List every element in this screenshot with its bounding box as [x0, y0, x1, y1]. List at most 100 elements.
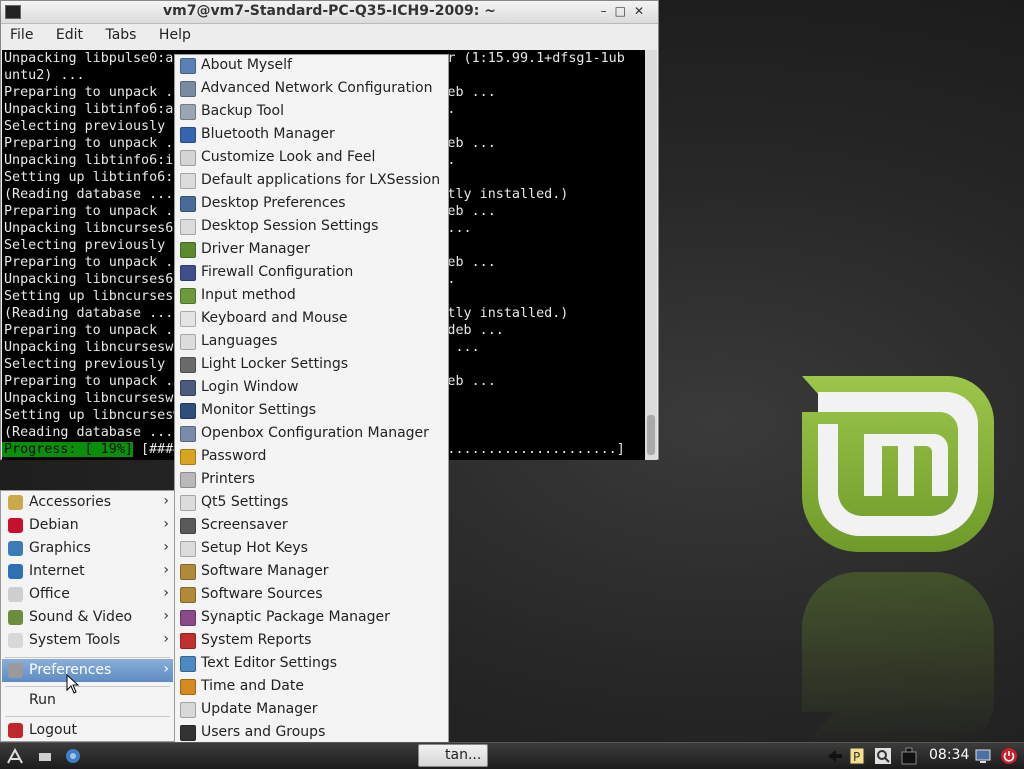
- pref-item-update-manager[interactable]: Update Manager: [176, 699, 447, 722]
- qt5-icon: [180, 495, 196, 511]
- main-menu-item-graphics-label: Graphics: [29, 540, 91, 556]
- menu-edit[interactable]: Edit: [47, 24, 92, 46]
- pref-item-openbox-configuration-manager[interactable]: Openbox Configuration Manager: [176, 423, 447, 446]
- taskbar-window-button[interactable]: tan...: [418, 744, 488, 767]
- pref-item-screensaver[interactable]: Screensaver: [176, 515, 447, 538]
- accessories-icon: [8, 495, 23, 510]
- pref-item-light-locker-settings[interactable]: Light Locker Settings: [176, 354, 447, 377]
- desktop-prefs-icon: [180, 196, 196, 212]
- pref-item-driver-manager[interactable]: Driver Manager: [176, 239, 447, 262]
- power-icon[interactable]: [1000, 747, 1018, 765]
- main-menu-item-office[interactable]: Office ›: [2, 583, 173, 606]
- system-tools-icon: [8, 633, 23, 648]
- pref-item-monitor-settings[interactable]: Monitor Settings: [176, 400, 447, 423]
- main-menu-item-internet-label: Internet: [29, 563, 85, 579]
- main-menu-item-run[interactable]: Run: [2, 689, 173, 712]
- logout-icon: [8, 723, 23, 738]
- browser-icon[interactable]: [64, 747, 82, 765]
- pref-item-customize-look-and-feel[interactable]: Customize Look and Feel: [176, 147, 447, 170]
- pref-item-setup-hot-keys[interactable]: Setup Hot Keys: [176, 538, 447, 561]
- pref-item-keyboard-and-mouse[interactable]: Keyboard and Mouse: [176, 308, 447, 331]
- bluetooth-icon: [180, 127, 196, 143]
- taskbar-window-label: tan...: [445, 747, 482, 763]
- maximize-icon[interactable]: □: [615, 4, 634, 18]
- scrollbar-thumb[interactable]: [647, 415, 655, 455]
- pref-item-desktop-session-settings[interactable]: Desktop Session Settings: [176, 216, 447, 239]
- pref-item-label: Qt5 Settings: [201, 494, 289, 510]
- graphics-icon: [8, 541, 23, 556]
- main-menu-item-debian[interactable]: Debian ›: [2, 514, 173, 537]
- menu-help[interactable]: Help: [150, 24, 200, 46]
- parcellite-icon[interactable]: P: [848, 747, 866, 765]
- magnifier-icon[interactable]: [874, 747, 892, 765]
- pref-item-printers[interactable]: Printers: [176, 469, 447, 492]
- pref-item-login-window[interactable]: Login Window: [176, 377, 447, 400]
- terminal-scrollbar[interactable]: [645, 50, 657, 460]
- sound-video-icon: [8, 610, 23, 625]
- default-apps-icon: [180, 173, 196, 189]
- light-locker-icon: [180, 357, 196, 373]
- pref-item-software-sources[interactable]: Software Sources: [176, 584, 447, 607]
- menu-file[interactable]: File: [1, 24, 42, 46]
- system-reports-icon: [180, 633, 196, 649]
- pref-item-label: Text Editor Settings: [201, 655, 338, 671]
- pref-item-qt5-settings[interactable]: Qt5 Settings: [176, 492, 447, 515]
- pref-item-software-manager[interactable]: Software Manager: [176, 561, 447, 584]
- pref-item-about-myself[interactable]: About Myself: [176, 55, 447, 78]
- pref-item-label: Languages: [201, 333, 278, 349]
- pref-item-backup-tool[interactable]: Backup Tool: [176, 101, 447, 124]
- main-menu-item-accessories[interactable]: Accessories ›: [2, 491, 173, 514]
- pref-item-advanced-network-configuration[interactable]: Advanced Network Configuration: [176, 78, 447, 101]
- window-controls[interactable]: –□✕: [601, 4, 652, 18]
- pref-item-input-method[interactable]: Input method: [176, 285, 447, 308]
- main-menu-item-graphics[interactable]: Graphics ›: [2, 537, 173, 560]
- pref-item-time-and-date[interactable]: Time and Date: [176, 676, 447, 699]
- pref-item-label: Desktop Preferences: [201, 195, 346, 211]
- back-arrow-icon[interactable]: [826, 747, 844, 765]
- languages-icon: [180, 334, 196, 350]
- svg-text:P: P: [853, 750, 860, 764]
- main-menu-item-logout[interactable]: Logout: [2, 719, 173, 742]
- show-desktop-icon[interactable]: [36, 747, 54, 765]
- pref-item-label: Setup Hot Keys: [201, 540, 308, 556]
- main-menu-item-debian-label: Debian: [29, 517, 79, 533]
- pref-item-label: Backup Tool: [201, 103, 284, 119]
- main-menu-item-preferences[interactable]: Preferences ›: [2, 659, 173, 682]
- pref-item-label: Screensaver: [201, 517, 288, 533]
- main-menu-item-system-tools[interactable]: System Tools ›: [2, 629, 173, 652]
- pref-item-label: Password: [201, 448, 267, 464]
- menu-launcher-icon[interactable]: [6, 747, 24, 765]
- pref-item-languages[interactable]: Languages: [176, 331, 447, 354]
- pref-item-label: Synaptic Package Manager: [201, 609, 390, 625]
- pref-item-label: Customize Look and Feel: [201, 149, 376, 165]
- terminal-menubar: File Edit Tabs Help: [1, 24, 658, 48]
- package-updates-icon[interactable]: [900, 747, 918, 765]
- main-menu-item-internet[interactable]: Internet ›: [2, 560, 173, 583]
- screen-icon[interactable]: [974, 747, 992, 765]
- main-menu-item-system-tools-label: System Tools: [29, 632, 121, 648]
- terminal-titlebar[interactable]: vm7@vm7-Standard-PC-Q35-ICH9-2009: ~ –□✕: [1, 1, 658, 24]
- chevron-right-icon: ›: [163, 608, 169, 624]
- pref-item-default-applications-for-lxsession[interactable]: Default applications for LXSession: [176, 170, 447, 193]
- pref-item-bluetooth-manager[interactable]: Bluetooth Manager: [176, 124, 447, 147]
- pref-item-text-editor-settings[interactable]: Text Editor Settings: [176, 653, 447, 676]
- pref-item-label: Update Manager: [201, 701, 318, 717]
- pref-item-firewall-configuration[interactable]: Firewall Configuration: [176, 262, 447, 285]
- pref-item-label: Openbox Configuration Manager: [201, 425, 429, 441]
- window-title: vm7@vm7-Standard-PC-Q35-ICH9-2009: ~: [163, 3, 496, 19]
- screensaver-icon: [180, 518, 196, 534]
- pref-item-password[interactable]: Password: [176, 446, 447, 469]
- minimize-icon[interactable]: –: [601, 4, 615, 18]
- main-menu-item-sound-video[interactable]: Sound & Video ›: [2, 606, 173, 629]
- menu-tabs[interactable]: Tabs: [96, 24, 145, 46]
- pref-item-desktop-preferences[interactable]: Desktop Preferences: [176, 193, 447, 216]
- pref-item-synaptic-package-manager[interactable]: Synaptic Package Manager: [176, 607, 447, 630]
- linux-mint-logo: [802, 376, 994, 748]
- pref-item-label: Default applications for LXSession: [201, 172, 441, 188]
- pref-item-label: Printers: [201, 471, 255, 487]
- chevron-right-icon: ›: [163, 539, 169, 555]
- close-icon[interactable]: ✕: [634, 4, 652, 18]
- clock[interactable]: 08:34: [929, 747, 969, 763]
- pref-item-system-reports[interactable]: System Reports: [176, 630, 447, 653]
- pref-item-label: Desktop Session Settings: [201, 218, 379, 234]
